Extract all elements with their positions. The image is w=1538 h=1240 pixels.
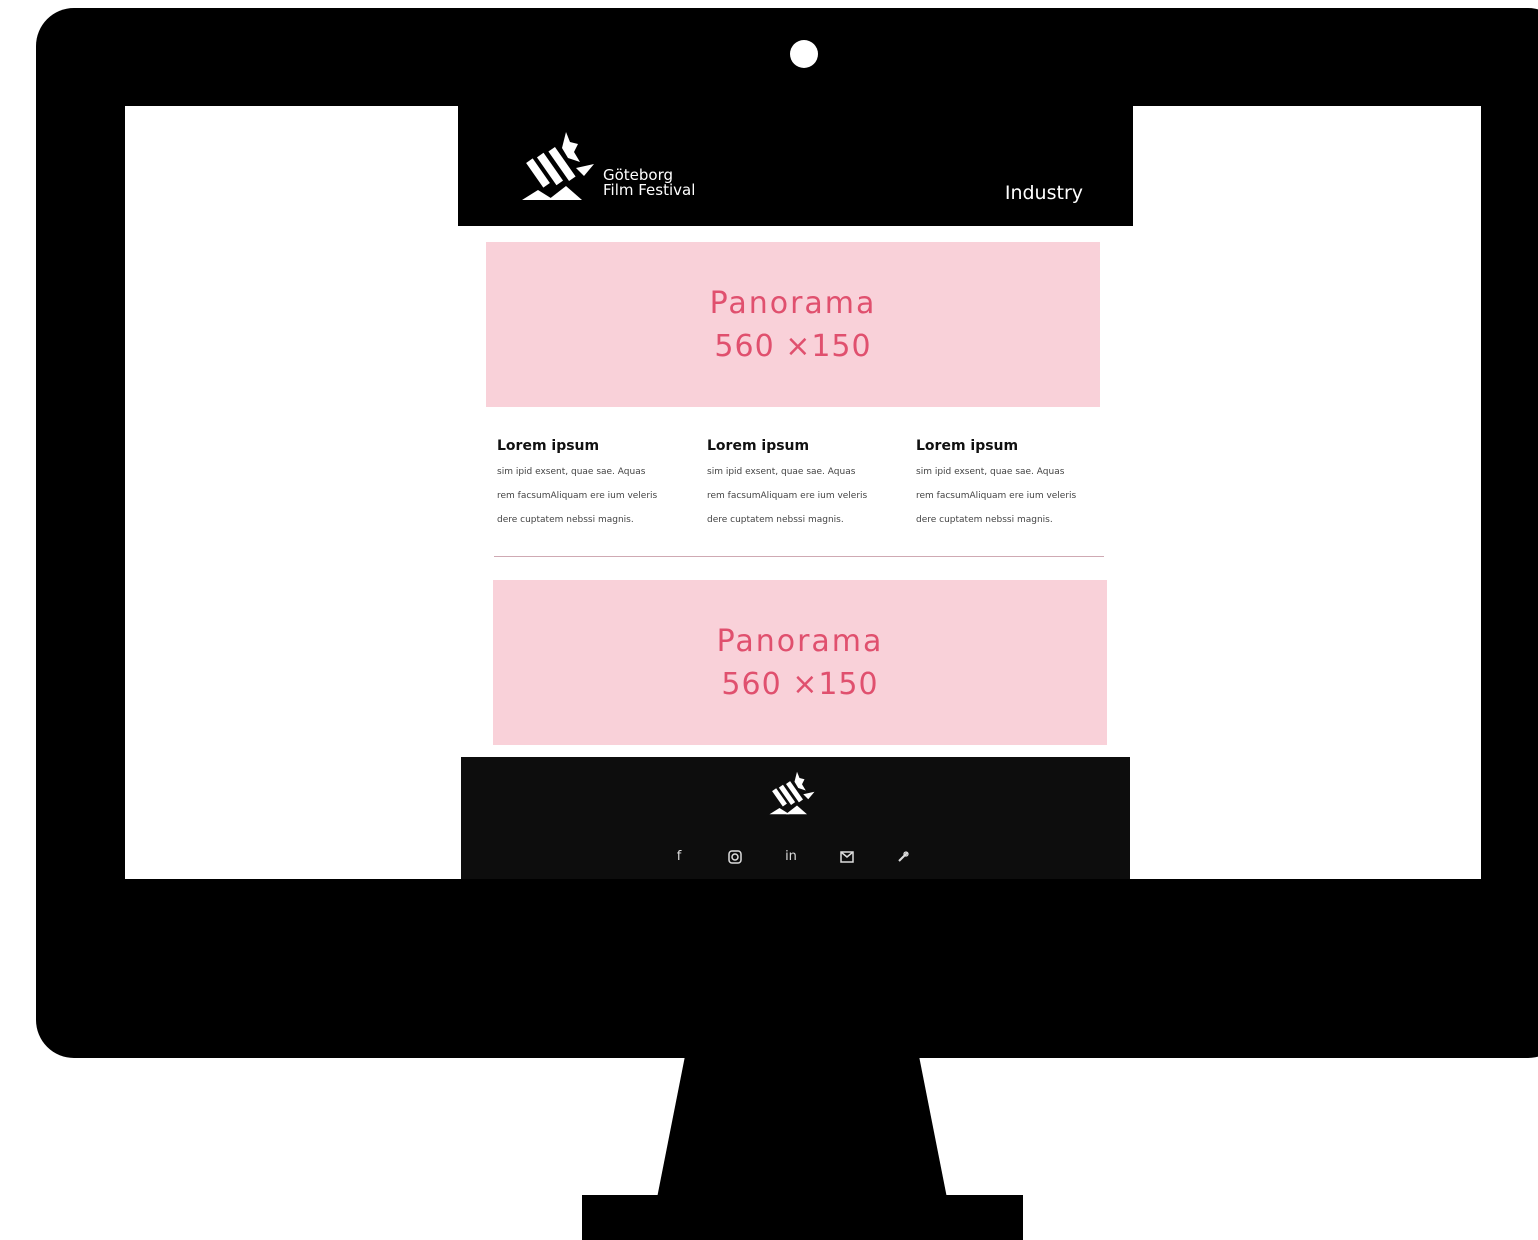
mail-icon[interactable] xyxy=(835,845,859,869)
banner-title: Panorama xyxy=(716,624,884,659)
brand-name: Göteborg Film Festival xyxy=(603,168,695,198)
footer-logo-icon xyxy=(769,771,815,815)
section-divider xyxy=(494,556,1104,557)
linkedin-icon[interactable]: in xyxy=(779,845,803,869)
column-line: rem facsumAliquam ere ium veleris xyxy=(707,491,868,501)
text-columns: Lorem ipsum sim ipid exsent, quae sae. A… xyxy=(497,438,1117,538)
column-line: dere cuptatem nebssi magnis. xyxy=(707,515,844,525)
monitor-stand-neck xyxy=(657,1056,947,1198)
text-column: Lorem ipsum sim ipid exsent, quae sae. A… xyxy=(497,438,692,532)
email-preview: Göteborg Film Festival Industry Panorama… xyxy=(458,106,1133,879)
banner-size: 560 ×150 xyxy=(721,667,879,702)
nav-link-industry[interactable]: Industry xyxy=(1005,182,1083,204)
email-body: Panorama 560 ×150 Lorem ipsum sim ipid e… xyxy=(461,226,1130,760)
banner-placeholder: Panorama 560 ×150 xyxy=(493,580,1107,745)
text-column: Lorem ipsum sim ipid exsent, quae sae. A… xyxy=(707,438,902,532)
banner-size: 560 ×150 xyxy=(714,329,872,364)
column-line: sim ipid exsent, quae sae. Aquas xyxy=(497,467,646,477)
monitor-stand-base xyxy=(582,1195,1023,1240)
text-column: Lorem ipsum sim ipid exsent, quae sae. A… xyxy=(916,438,1111,532)
email-footer: f in xyxy=(461,757,1130,879)
link-icon[interactable] xyxy=(891,845,915,869)
banner-title: Panorama xyxy=(709,286,877,321)
column-line: sim ipid exsent, quae sae. Aquas xyxy=(707,467,856,477)
instagram-icon[interactable] xyxy=(723,845,747,869)
banner-placeholder: Panorama 560 ×150 xyxy=(486,242,1100,407)
festival-logo-icon xyxy=(522,132,594,200)
camera-dot xyxy=(790,40,818,68)
column-line: rem facsumAliquam ere ium veleris xyxy=(916,491,1077,501)
column-title: Lorem ipsum xyxy=(707,438,810,454)
facebook-icon[interactable]: f xyxy=(667,845,691,869)
column-line: dere cuptatem nebssi magnis. xyxy=(497,515,634,525)
column-title: Lorem ipsum xyxy=(497,438,600,454)
column-title: Lorem ipsum xyxy=(916,438,1019,454)
email-header: Göteborg Film Festival Industry xyxy=(458,106,1133,226)
brand-line-2: Film Festival xyxy=(603,181,696,199)
column-line: dere cuptatem nebssi magnis. xyxy=(916,515,1053,525)
column-line: sim ipid exsent, quae sae. Aquas xyxy=(916,467,1065,477)
column-line: rem facsumAliquam ere ium veleris xyxy=(497,491,658,501)
